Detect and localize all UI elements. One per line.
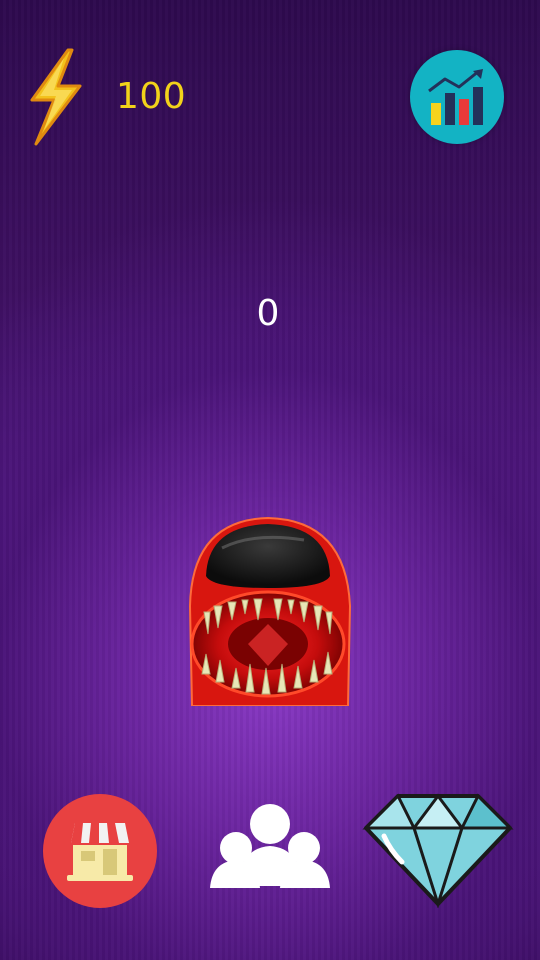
friends-button[interactable]	[206, 800, 334, 896]
stats-button[interactable]	[410, 50, 504, 144]
score-display: 0	[256, 293, 280, 334]
lightning-bolt-icon	[28, 48, 84, 146]
friends-group-icon	[210, 804, 330, 888]
impostor-monster-character[interactable]	[184, 516, 354, 707]
shop-store-icon	[67, 823, 133, 881]
stats-chart-icon	[428, 69, 483, 125]
gems-button[interactable]	[362, 792, 514, 909]
diamond-icon	[362, 793, 514, 909]
energy-count: 100	[116, 76, 187, 117]
shop-button[interactable]	[43, 794, 157, 908]
